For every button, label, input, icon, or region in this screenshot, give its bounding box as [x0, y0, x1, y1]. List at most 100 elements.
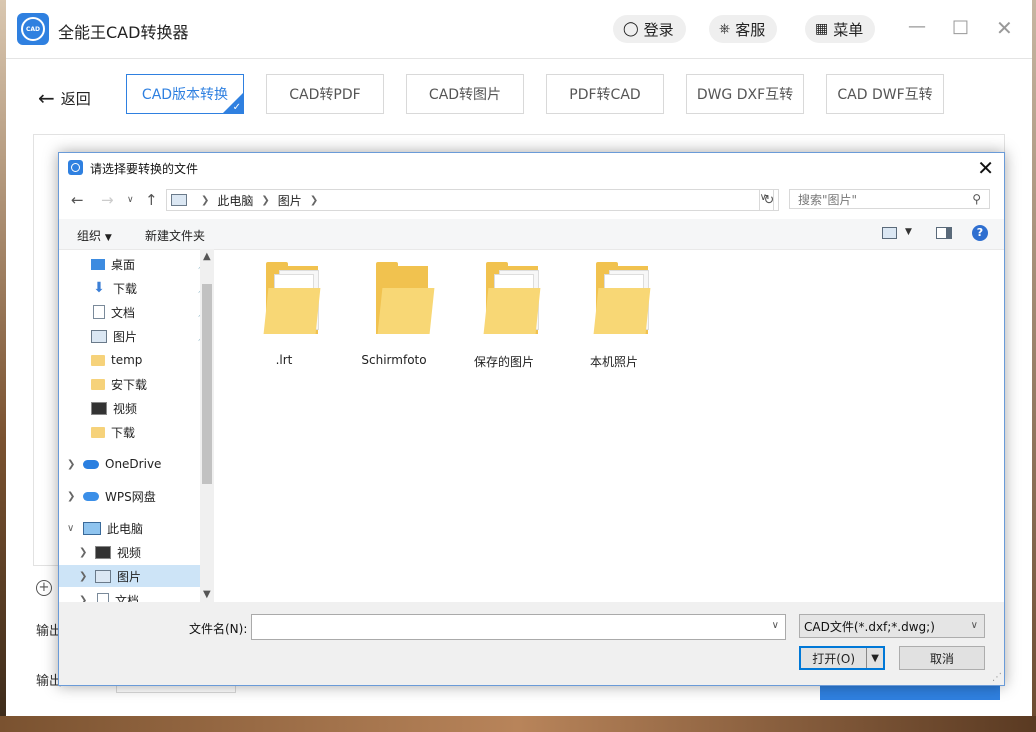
nav-item-this-pc[interactable]: ∨ 此电脑	[59, 517, 214, 539]
chevron-right-icon[interactable]: ❯	[67, 491, 79, 502]
search-placeholder: 搜索"图片"	[798, 191, 857, 208]
nav-item-wps-drive[interactable]: ❯WPS网盘	[59, 485, 214, 507]
refresh-icon[interactable]: ↻	[759, 189, 779, 211]
nav-item-desktop[interactable]: 桌面📌	[59, 253, 214, 275]
chevron-right-icon[interactable]: ❯	[79, 547, 91, 558]
app-logo: CAD	[17, 13, 49, 45]
caret-up-icon[interactable]: ▲	[203, 251, 211, 262]
nav-item-documents[interactable]: 文档📌	[59, 301, 214, 323]
navigation-pane: 桌面📌 ⬇下载📌 文档📌 图片📌 temp 安下载 视频 下载 ❯OneDriv…	[59, 249, 214, 602]
nav-item-label: 文档	[111, 304, 135, 321]
caret-down-icon[interactable]: ▼	[905, 227, 912, 237]
nav-item-label: 视频	[117, 544, 141, 561]
nav-item-download-folder[interactable]: 下载	[59, 421, 214, 443]
check-icon: ✓	[233, 102, 241, 113]
login-button[interactable]: ◯登录	[613, 15, 686, 43]
add-file-icon[interactable]: +	[36, 580, 52, 596]
picture-icon	[171, 194, 187, 206]
document-icon	[93, 305, 105, 319]
chevron-down-icon[interactable]: ∨	[67, 523, 79, 534]
nav-item-anxiazai[interactable]: 安下载	[59, 373, 214, 395]
nav-item-pc-pictures[interactable]: ❯图片	[59, 565, 214, 587]
organize-button[interactable]: 组织 ▼	[77, 227, 112, 244]
preview-pane-icon[interactable]	[936, 227, 952, 239]
search-input[interactable]: 搜索"图片" ⚲	[789, 189, 990, 209]
nav-item-temp[interactable]: temp	[59, 349, 214, 371]
tab-label: CAD DWF互转	[837, 84, 932, 104]
menu-label: 菜单	[833, 19, 863, 40]
nav-item-label: temp	[111, 353, 142, 367]
dialog-toolbar: 组织 ▼ 新建文件夹 ▼ ?	[59, 219, 1004, 250]
tab-cad-to-pdf[interactable]: CAD转PDF	[266, 74, 384, 114]
open-label: 打开(O)	[801, 650, 866, 667]
file-type-select[interactable]: CAD文件(*.dxf;*.dwg;)∨	[799, 614, 985, 638]
recent-dropdown-icon[interactable]: ∨	[127, 195, 134, 205]
close-icon[interactable]: ✕	[977, 156, 994, 180]
folder-label: Schirmfoto	[344, 353, 444, 367]
nav-item-onedrive[interactable]: ❯OneDrive	[59, 453, 214, 475]
back-arrow-icon[interactable]: ←	[71, 191, 84, 209]
download-icon: ⬇	[91, 280, 107, 296]
folder-item[interactable]: 保存的图片	[454, 266, 554, 376]
app-title: 全能王CAD转换器	[58, 19, 188, 43]
search-icon: ⚲	[972, 192, 981, 206]
nav-item-label: 此电脑	[107, 520, 143, 537]
help-icon[interactable]: ?	[972, 225, 988, 241]
chevron-right-icon[interactable]: ❯	[79, 595, 91, 603]
chevron-down-icon[interactable]: ∨	[772, 620, 779, 631]
folder-item[interactable]: Schirmfoto	[344, 266, 444, 376]
caret-down-icon[interactable]: ▼	[866, 648, 883, 668]
onedrive-icon	[83, 460, 99, 469]
open-button[interactable]: 打开(O)▼	[799, 646, 885, 670]
tab-cad-to-image[interactable]: CAD转图片	[406, 74, 524, 114]
folder-label: .lrt	[234, 353, 334, 367]
dialog-title-bar: 请选择要转换的文件 ✕	[59, 153, 1004, 183]
cancel-button[interactable]: 取消	[899, 646, 985, 670]
filename-label: 文件名(N):	[189, 620, 247, 637]
caret-down-icon[interactable]: ▼	[203, 589, 211, 600]
service-button[interactable]: ⎈客服	[709, 15, 777, 43]
nav-item-pc-videos[interactable]: ❯ 视频	[59, 541, 214, 563]
nav-item-pc-documents[interactable]: ❯文档	[59, 589, 214, 602]
desktop-background-bottom	[0, 716, 1036, 732]
chevron-right-icon: ❯	[261, 195, 269, 206]
breadcrumb-item[interactable]: 此电脑	[217, 192, 253, 209]
tab-cad-dwf[interactable]: CAD DWF互转	[826, 74, 944, 114]
minimize-icon[interactable]: —	[908, 16, 926, 37]
maximize-icon[interactable]: □	[952, 16, 969, 37]
close-icon[interactable]: ✕	[996, 16, 1013, 40]
nav-item-pictures[interactable]: 图片📌	[59, 325, 214, 347]
desktop-icon	[91, 259, 105, 270]
back-label: 返回	[61, 88, 91, 109]
up-arrow-icon[interactable]: ↑	[145, 191, 158, 209]
scrollbar-thumb[interactable]	[202, 284, 212, 484]
tab-pdf-to-cad[interactable]: PDF转CAD	[546, 74, 664, 114]
grid-icon: ▦	[815, 21, 828, 37]
nav-item-videos[interactable]: 视频	[59, 397, 214, 419]
chevron-right-icon[interactable]: ❯	[79, 571, 91, 582]
resize-grip-icon[interactable]: ⋰	[992, 672, 1002, 683]
tab-dwg-dxf[interactable]: DWG DXF互转	[686, 74, 804, 114]
back-button[interactable]: ←返回	[38, 86, 91, 110]
new-folder-button[interactable]: 新建文件夹	[145, 227, 205, 244]
view-options-icon[interactable]	[882, 227, 897, 239]
folder-icon	[91, 355, 105, 366]
menu-button[interactable]: ▦ 菜单	[805, 15, 875, 43]
nav-item-downloads[interactable]: ⬇下载📌	[59, 277, 214, 299]
nav-scrollbar[interactable]: ▲ ▼	[200, 249, 214, 602]
tab-cad-version[interactable]: CAD版本转换✓	[126, 74, 244, 114]
breadcrumb-item[interactable]: 图片	[278, 192, 302, 209]
filename-input[interactable]: ∨	[251, 614, 786, 640]
folder-item[interactable]: .lrt	[234, 266, 334, 376]
folder-front	[594, 288, 651, 334]
computer-icon	[83, 522, 101, 535]
forward-arrow-icon[interactable]: →	[101, 191, 114, 209]
video-icon	[95, 546, 111, 559]
chevron-right-icon[interactable]: ❯	[67, 459, 79, 470]
cloud-icon	[83, 492, 99, 501]
folder-item[interactable]: 本机照片	[564, 266, 664, 376]
headset-icon: ⎈	[719, 21, 730, 37]
address-bar[interactable]: ❯ 此电脑 ❯ 图片 ❯ ∨	[166, 189, 774, 211]
nav-item-label: 桌面	[111, 256, 135, 273]
document-icon	[97, 593, 109, 602]
